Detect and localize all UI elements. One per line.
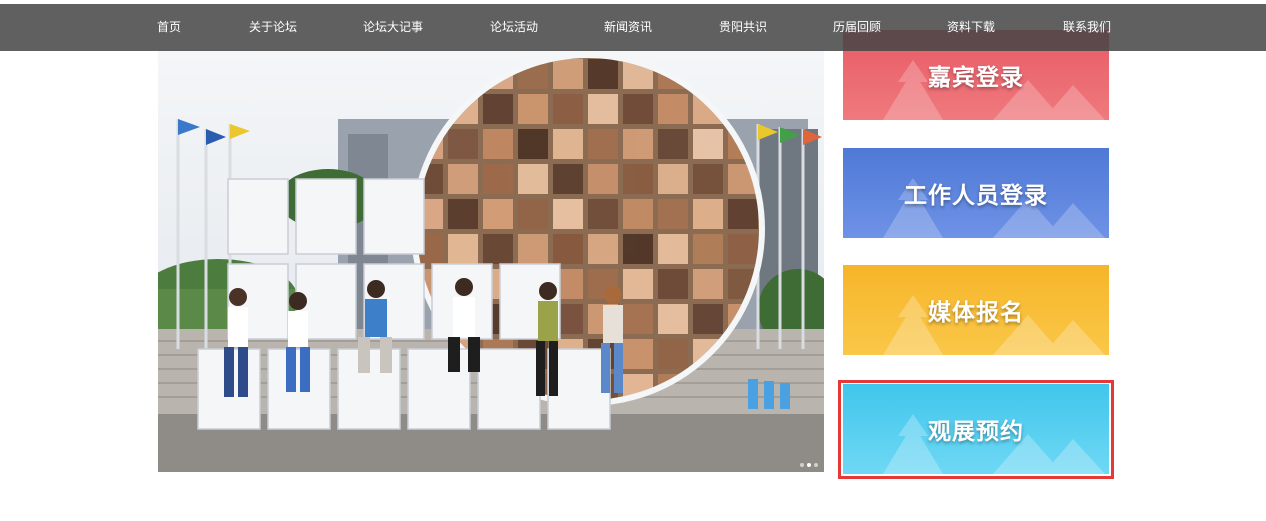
banner-photo [158, 49, 824, 472]
nav-item-milestones[interactable]: 论坛大记事 [363, 4, 423, 51]
media-registration-button[interactable]: 媒体报名 [843, 265, 1109, 355]
carousel-dot-active[interactable] [807, 463, 811, 467]
nav-item-consensus[interactable]: 贵阳共识 [719, 4, 767, 51]
nav-item-about[interactable]: 关于论坛 [249, 4, 297, 51]
nav-item-review[interactable]: 历届回顾 [833, 4, 881, 51]
carousel-dot[interactable] [800, 463, 804, 467]
nav-item-contact[interactable]: 联系我们 [1063, 4, 1111, 51]
staff-login-button[interactable]: 工作人员登录 [843, 148, 1109, 238]
nav-item-home[interactable]: 首页 [157, 4, 181, 51]
nav-item-downloads[interactable]: 资料下载 [947, 4, 995, 51]
nav-item-activities[interactable]: 论坛活动 [490, 4, 538, 51]
nav-item-news[interactable]: 新闻资讯 [604, 4, 652, 51]
carousel-dots [800, 463, 818, 467]
banner-carousel[interactable] [158, 49, 824, 472]
exhibition-booking-button[interactable]: 观展预约 [843, 384, 1109, 474]
carousel-dot[interactable] [814, 463, 818, 467]
exhibition-booking-label: 观展预约 [928, 419, 1024, 445]
top-nav: 首页 关于论坛 论坛大记事 论坛活动 新闻资讯 贵阳共识 历届回顾 资料下载 联… [0, 4, 1266, 51]
media-registration-label: 媒体报名 [928, 300, 1024, 326]
staff-login-label: 工作人员登录 [904, 183, 1048, 209]
